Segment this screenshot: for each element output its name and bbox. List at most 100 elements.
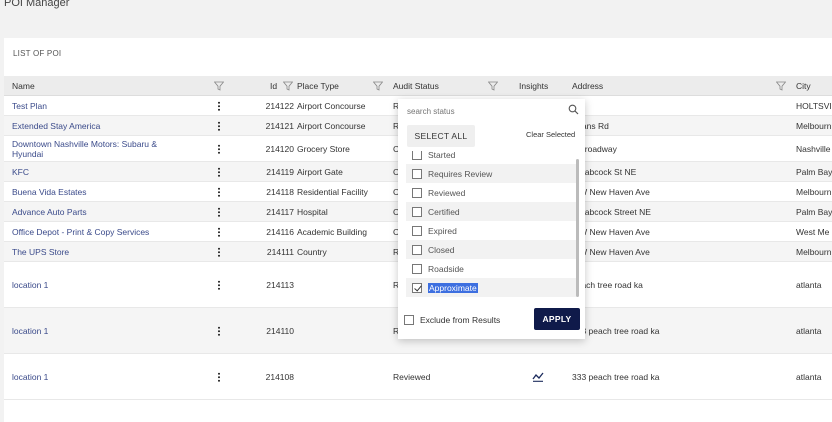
column-header-audit-status[interactable]: Audit Status [393, 76, 439, 96]
options-scrollbar[interactable] [576, 159, 579, 297]
row-menu-icon[interactable] [215, 222, 223, 241]
row-menu-icon[interactable] [215, 96, 223, 115]
poi-name[interactable]: Advance Auto Parts [12, 202, 182, 221]
poi-city: Nashville [796, 143, 831, 154]
poi-id: 214119 [266, 166, 294, 177]
poi-address: 3 W New Haven Ave [572, 246, 650, 257]
status-checkbox[interactable] [412, 151, 422, 160]
poi-id: 214122 [265, 100, 294, 111]
status-option[interactable]: Closed [406, 240, 576, 259]
exclude-checkbox[interactable] [404, 315, 414, 325]
poi-address: 9 W New Haven Ave [572, 226, 650, 237]
status-option[interactable]: Certified [406, 202, 576, 221]
status-option[interactable]: Reviewed [406, 183, 576, 202]
status-checkbox[interactable] [412, 168, 422, 179]
status-option[interactable]: Expired [406, 221, 576, 240]
row-menu-icon[interactable] [215, 116, 223, 135]
poi-name[interactable]: location 1 [12, 308, 182, 353]
row-menu-icon[interactable] [215, 136, 223, 161]
filter-icon[interactable] [373, 81, 383, 91]
status-option[interactable]: Requires Review [406, 164, 576, 183]
filter-icon[interactable] [776, 81, 786, 91]
status-checkbox[interactable] [412, 225, 422, 236]
poi-id: 214108 [265, 371, 294, 382]
poi-city: Melbourn [796, 120, 832, 131]
status-checkbox[interactable] [412, 244, 422, 255]
row-menu-icon[interactable] [215, 162, 223, 181]
poi-name[interactable]: Test Plan [12, 96, 182, 115]
poi-name[interactable]: KFC [12, 162, 182, 181]
status-option-label: Expired [428, 225, 457, 236]
poi-place-type [297, 262, 387, 307]
poi-city: Melbourn [796, 186, 832, 197]
column-header-insights[interactable]: Insights [519, 76, 548, 96]
column-header-city[interactable]: City [796, 76, 811, 96]
status-option-label: Approximate [428, 282, 478, 293]
exclude-from-results[interactable]: Exclude from Results [404, 315, 500, 325]
poi-address: 9 W New Haven Ave [572, 186, 650, 197]
status-option-label: Requires Review [428, 168, 493, 179]
filter-icon[interactable] [214, 81, 224, 91]
table-row[interactable]: location 1 214108 Reviewed 333 peach tree r… [4, 354, 832, 400]
search-icon [568, 104, 579, 115]
row-menu-icon[interactable] [215, 262, 223, 307]
poi-city: West Me [796, 226, 830, 237]
poi-place-type: Airport Concourse [297, 100, 366, 111]
poi-name[interactable]: Office Depot - Print & Copy Services [12, 222, 182, 241]
poi-place-type: Residential Facility [297, 186, 368, 197]
poi-place-type: Hospital [297, 206, 328, 217]
poi-city: Melbourn [796, 246, 832, 257]
poi-name[interactable]: location 1 [12, 354, 182, 399]
poi-address: 333 peach tree road ka [572, 371, 660, 382]
poi-name[interactable]: The UPS Store [12, 242, 182, 261]
filter-icon[interactable] [488, 81, 498, 91]
poi-id: 214120 [265, 143, 294, 154]
poi-id: 214110 [266, 325, 294, 336]
apply-button[interactable]: APPLY [534, 308, 580, 330]
insights-chart-icon[interactable] [532, 372, 544, 382]
status-checkbox[interactable] [412, 187, 422, 198]
poi-id: 214121 [265, 120, 294, 131]
column-header-place-type[interactable]: Place Type [297, 76, 339, 96]
row-menu-icon[interactable] [215, 308, 223, 353]
poi-id: 214113 [266, 279, 294, 290]
column-header-id[interactable]: Id [270, 76, 277, 96]
poi-id: 214117 [266, 206, 294, 217]
column-header-name[interactable]: Name [12, 76, 35, 96]
row-menu-icon[interactable] [215, 182, 223, 201]
status-option[interactable]: Started [406, 151, 576, 164]
poi-name[interactable]: Extended Stay America [12, 116, 182, 135]
select-all-button[interactable]: SELECT ALL [407, 125, 475, 147]
status-checkbox[interactable] [412, 206, 422, 217]
poi-name[interactable]: Downtown Nashville Motors: Subaru & Hyun… [12, 136, 182, 161]
poi-address: pla [572, 96, 772, 115]
status-option[interactable]: Roadside [406, 259, 576, 278]
status-option-label: Reviewed [428, 187, 466, 198]
status-search-input[interactable] [407, 104, 577, 118]
status-option-label: Certified [428, 206, 460, 217]
poi-city: atlanta [796, 279, 822, 290]
status-checkbox[interactable] [412, 282, 422, 293]
status-option-label: Started [428, 151, 456, 160]
poi-place-type: Airport Gate [297, 166, 343, 177]
poi-id: 214118 [266, 186, 294, 197]
column-header-address[interactable]: Address [572, 76, 603, 96]
row-menu-icon[interactable] [215, 202, 223, 221]
poi-name[interactable]: Buena Vida Estates [12, 182, 182, 201]
app-title: POI Manager [4, 0, 70, 9]
poi-id: 214116 [266, 226, 294, 237]
poi-place-type: Academic Building [297, 226, 367, 237]
poi-place-type: Airport Concourse [297, 120, 366, 131]
clear-selected-link[interactable]: Clear Selected [526, 130, 575, 139]
row-menu-icon[interactable] [215, 242, 223, 261]
status-checkbox[interactable] [412, 263, 422, 274]
poi-address: Evans Rd [572, 120, 609, 131]
poi-city: Palm Bay [796, 206, 832, 217]
status-option[interactable]: Approximate [406, 278, 576, 297]
poi-name[interactable]: location 1 [12, 262, 182, 307]
row-menu-icon[interactable] [215, 354, 223, 399]
poi-city: HOLTSVI [796, 100, 832, 111]
poi-place-type [297, 354, 387, 399]
poi-city: Palm Bay [796, 166, 832, 177]
filter-icon[interactable] [283, 81, 293, 91]
